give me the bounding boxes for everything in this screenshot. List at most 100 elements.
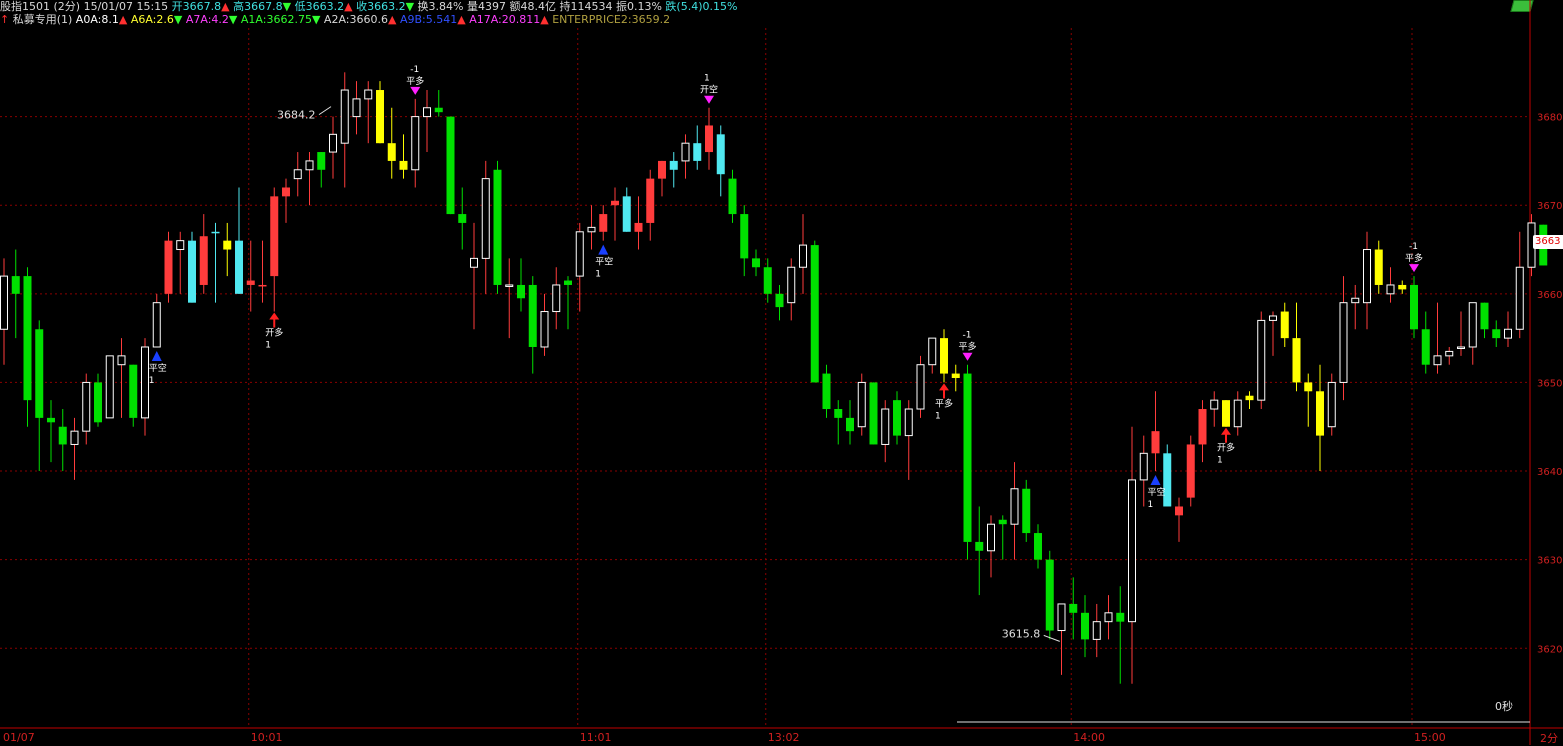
candle-body [1198,409,1207,445]
y-tick-label: 3620 [1537,644,1562,655]
candle-body [1386,284,1395,295]
buy-close-marker [598,244,609,255]
candle-body [881,408,890,445]
candle-body [587,226,596,233]
sell-close-marker [962,352,973,361]
signal-qty: 1 [595,270,601,280]
current-price-tag: 3663 [1533,235,1563,249]
buy-open-arrowhead [1221,427,1231,435]
candle-body [1186,444,1195,498]
candle-body [376,90,384,144]
candle-body [1304,382,1313,392]
candle-body [1480,302,1489,330]
signal-qty: -1 [1409,242,1418,252]
candle-body [1022,488,1031,534]
candle-body [470,257,478,268]
candle-body [1245,395,1254,401]
buy-open-arrowhead [939,383,949,391]
candle-body [1210,399,1219,410]
candle-body [787,266,796,304]
x-tick-label: 01/07 [3,731,35,744]
candle-body [1128,479,1136,623]
candle-body [1363,249,1371,304]
candle-body [11,276,20,294]
candle-body [1010,488,1019,525]
high-leader [318,106,332,116]
candlestick-chart[interactable]: 362036303640365036603670368001/07 10:01 11… [0,0,1563,745]
candle-body [305,160,314,171]
candle-body [493,169,502,285]
candle-body [423,107,431,118]
candle-body [893,400,901,436]
candle-body [857,381,866,428]
candle-body [329,133,337,153]
signal-qty: 1 [1148,500,1154,510]
candle-body [1410,284,1418,330]
countdown-label: 0秒 [1495,700,1513,713]
candle-body [1175,506,1183,516]
candle-body [446,116,455,215]
candle-body [1316,391,1324,436]
candle-body [152,302,161,348]
candle-body [293,169,302,180]
candle-body [646,178,655,223]
signal-qty: 1 [935,411,941,421]
buy-close-marker [1150,475,1161,486]
candle-body [1445,350,1454,357]
candle-body [1233,399,1242,428]
signal-qty: 1 [265,341,271,351]
candle-body [1504,328,1512,339]
candle-body [1515,266,1524,330]
candle-body [963,373,972,542]
signal-qty: 1 [704,74,710,84]
candle-body [211,231,220,234]
candle-body [517,284,525,299]
candle-body [352,98,361,118]
candle-body [199,236,208,285]
candle-body [1045,559,1054,631]
candle-body [752,258,760,268]
signal-label: 平多 [935,397,953,409]
candle-body [634,222,643,232]
candle-body [846,417,854,432]
signal-label: 平空 [595,256,613,268]
y-tick-label: 3630 [1537,556,1562,567]
candle-body [716,134,725,175]
candle-body [47,417,55,423]
candle-body [1222,400,1230,427]
x-tick-label: 14:00 [1073,731,1105,744]
signal-label: 平多 [959,341,977,353]
candle-body [799,244,807,268]
period-label[interactable]: 2分 [1540,730,1558,746]
candle-body [1327,381,1336,428]
candle-body [82,381,91,432]
candle-body [164,240,173,294]
candle-body [399,160,408,170]
y-tick-label: 3650 [1537,378,1562,389]
candle-body [282,187,290,197]
signal-qty: 1 [149,376,155,386]
signal-qty: 1 [1217,456,1223,466]
candle-body [987,523,995,552]
candle-body [1163,453,1172,507]
candle-body [1468,302,1477,348]
candle-body [129,364,138,418]
candle-body [58,426,67,445]
candle-body [1116,612,1125,622]
candle-body [564,280,572,285]
candle-body [928,337,937,366]
signal-label: 平多 [1405,252,1423,264]
candle-body [810,245,819,383]
y-tick-label: 3660 [1537,290,1562,301]
candle-body [669,160,678,170]
candle-body [1492,329,1501,339]
candle-body [411,116,420,171]
candle-body [235,240,243,294]
candle-body [317,152,326,170]
candle-body [658,160,666,179]
candle-body [998,519,1007,525]
candle-body [1139,452,1148,481]
candle-body [1374,249,1383,285]
candle-body [188,240,196,303]
candle-body [1433,355,1442,366]
